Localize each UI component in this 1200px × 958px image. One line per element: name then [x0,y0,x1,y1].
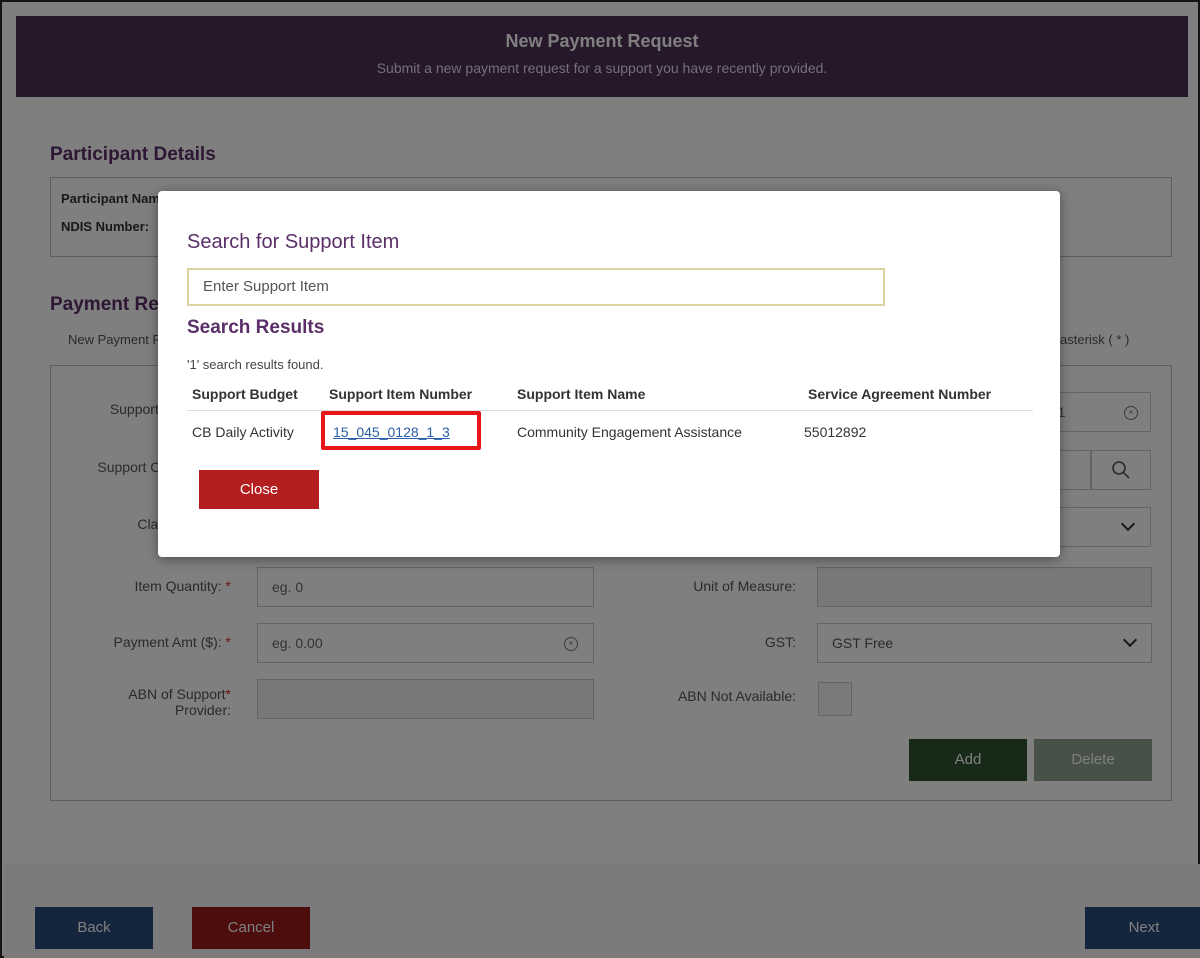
column-header-support-item-name: Support Item Name [517,386,646,402]
close-button[interactable]: Close [199,470,319,509]
highlight-box [321,411,481,450]
cell-service-agreement-number: 55012892 [804,424,867,440]
modal-title: Search for Support Item [187,231,400,253]
table-header-divider [187,410,1033,411]
search-results-title: Search Results [187,317,325,338]
column-header-support-budget: Support Budget [192,386,298,402]
cell-support-budget: CB Daily Activity [192,424,294,440]
search-results-count: '1' search results found. [187,357,324,372]
search-support-item-modal: Search for Support Item Enter Support It… [158,191,1060,557]
support-item-search-input[interactable]: Enter Support Item [187,268,885,306]
cell-support-item-name: Community Engagement Assistance [517,424,742,440]
support-item-search-placeholder: Enter Support Item [203,278,329,295]
column-header-support-item-number: Support Item Number [329,386,473,402]
column-header-service-agreement-number: Service Agreement Number [808,386,992,402]
